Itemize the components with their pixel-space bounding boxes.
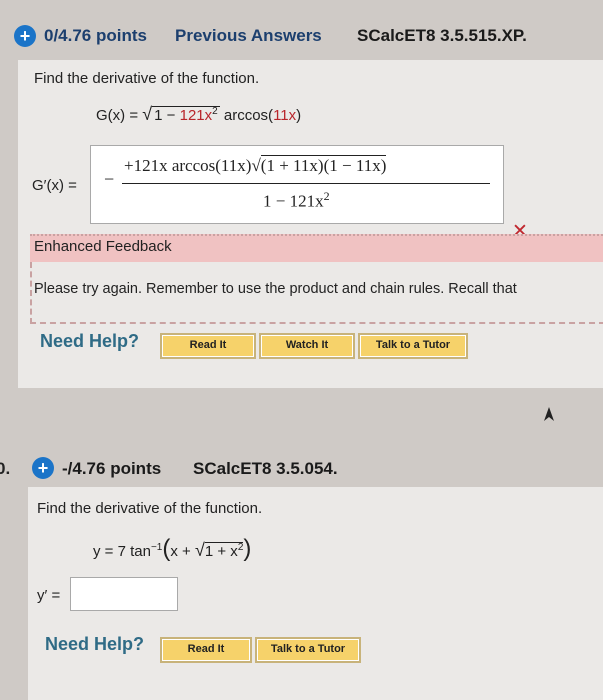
answer-input[interactable]	[70, 577, 178, 611]
denominator-text: 1 − 121x	[263, 191, 324, 211]
sqrt-symbol: √	[142, 104, 153, 124]
function-expression: G(x) = √ 1 − 121x2 arccos(11x)	[96, 104, 301, 125]
talk-to-tutor-button[interactable]: Talk to a Tutor	[255, 637, 361, 663]
talk-to-tutor-label: Talk to a Tutor	[258, 640, 358, 660]
watch-it-button[interactable]: Watch It	[259, 333, 355, 359]
need-help-label: Need Help?	[45, 634, 145, 654]
read-it-label: Read It	[163, 640, 249, 660]
radicand: 1 + x2	[204, 542, 244, 560]
numerator-part-a: +121x arccos(11x)	[124, 156, 252, 175]
need-help-label: Need Help?	[40, 331, 140, 351]
radicand-text: 1 + x	[204, 543, 238, 560]
instruction-text: Find the derivative of the function.	[34, 70, 260, 87]
radicand-exp: 2	[212, 106, 218, 117]
function-x: x +	[170, 543, 191, 560]
question-code: SCalcET8 3.5.054.	[193, 459, 338, 478]
answer-label: G′(x) =	[32, 177, 77, 194]
expand-plus-icon[interactable]: +	[32, 457, 54, 479]
talk-to-tutor-button[interactable]: Talk to a Tutor	[358, 333, 468, 359]
question-code: SCalcET8 3.5.515.XP.	[357, 26, 527, 45]
points-label: 0/4.76 points	[44, 26, 147, 45]
fraction-bar	[122, 183, 490, 184]
talk-to-tutor-label: Talk to a Tutor	[361, 336, 465, 356]
function-y: y = 7 tan	[93, 543, 151, 560]
function-expression: y = 7 tan−1(x + √1 + x2)	[93, 535, 251, 563]
answer-numerator: +121x arccos(11x)√(1 + 11x)(1 − 11x)	[124, 155, 387, 176]
radicand: 1 − 121x2	[152, 106, 220, 124]
read-it-button[interactable]: Read It	[160, 637, 252, 663]
close-paren: )	[243, 535, 252, 562]
read-it-label: Read It	[163, 336, 253, 356]
sqrt-symbol: √	[194, 540, 205, 560]
answer-denominator: 1 − 121x2	[263, 189, 330, 212]
arccos-text: arccos(	[223, 107, 274, 124]
mouse-cursor-icon	[544, 407, 554, 421]
radicand-coef: 121x	[179, 107, 213, 124]
expand-plus-icon[interactable]: +	[14, 25, 36, 47]
answer-label: y′ =	[37, 587, 61, 604]
feedback-text: Please try again. Remember to use the pr…	[34, 281, 517, 297]
numerator-sqrt: √	[251, 156, 261, 175]
feedback-title: Enhanced Feedback	[34, 238, 172, 255]
arccos-arg: 11x	[273, 107, 297, 124]
previous-answers-link[interactable]: Previous Answers	[175, 26, 322, 46]
instruction-text: Find the derivative of the function.	[37, 500, 263, 517]
answer-minus: −	[104, 169, 115, 189]
watch-it-label: Watch It	[262, 336, 352, 356]
arccos-close: )	[296, 107, 302, 124]
question-number: 0.	[0, 459, 11, 478]
radicand-part: 1 −	[154, 107, 176, 124]
read-it-button[interactable]: Read It	[160, 333, 256, 359]
function-exp: −1	[150, 542, 163, 553]
denominator-exp: 2	[323, 189, 330, 203]
numerator-radicand: (1 + 11x)(1 − 11x)	[260, 155, 387, 175]
points-label: -/4.76 points	[62, 459, 162, 478]
function-lhs: G(x) =	[96, 107, 139, 124]
